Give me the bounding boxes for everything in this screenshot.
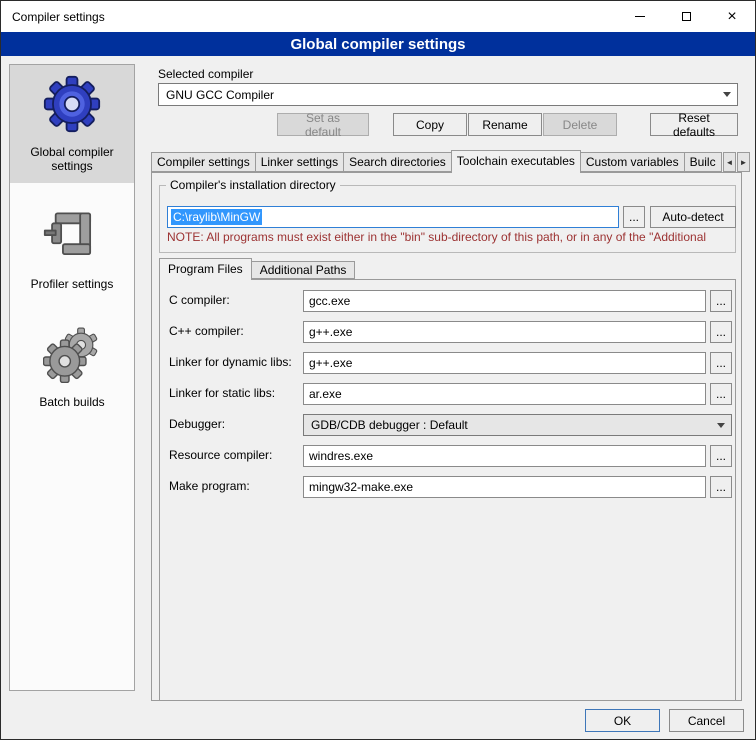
reset-defaults-button[interactable]: Reset defaults bbox=[650, 113, 738, 136]
dialog-header: Global compiler settings bbox=[1, 32, 755, 56]
dynamic-linker-browse-button[interactable]: ... bbox=[710, 352, 732, 374]
dynamic-linker-input[interactable]: g++.exe bbox=[303, 352, 706, 374]
tab-custom-variables[interactable]: Custom variables bbox=[580, 152, 685, 172]
window-title: Compiler settings bbox=[1, 10, 105, 24]
static-linker-browse-button[interactable]: ... bbox=[710, 383, 732, 405]
tab-linker-settings[interactable]: Linker settings bbox=[255, 152, 344, 172]
dropdown-arrow-icon bbox=[717, 84, 737, 105]
compiler-actions-row: Set as default Copy Rename Delete Reset … bbox=[158, 113, 738, 136]
selected-compiler-dropdown[interactable]: GNU GCC Compiler bbox=[158, 83, 738, 106]
c-compiler-value: gcc.exe bbox=[309, 294, 350, 308]
sidebar-item-label: Profiler settings bbox=[31, 277, 114, 291]
tab-scroll-left-button[interactable]: ◄ bbox=[723, 152, 736, 172]
compiler-settings-dialog: Compiler settings × Global compiler sett… bbox=[0, 0, 756, 740]
maximize-icon bbox=[682, 12, 691, 21]
close-icon: × bbox=[727, 9, 736, 25]
installation-directory-group-label: Compiler's installation directory bbox=[166, 178, 340, 192]
settings-sidebar: Global compiler settings Profiler settin… bbox=[9, 64, 135, 691]
sidebar-item-global-compiler-settings[interactable]: Global compiler settings bbox=[10, 65, 134, 183]
tab-compiler-settings[interactable]: Compiler settings bbox=[151, 152, 256, 172]
close-button[interactable]: × bbox=[709, 1, 755, 32]
scroll-left-icon: ◄ bbox=[726, 158, 734, 167]
sidebar-item-batch-builds[interactable]: Batch builds bbox=[10, 315, 134, 419]
copy-button[interactable]: Copy bbox=[393, 113, 467, 136]
resource-compiler-input[interactable]: windres.exe bbox=[303, 445, 706, 467]
make-program-input[interactable]: mingw32-make.exe bbox=[303, 476, 706, 498]
make-program-label: Make program: bbox=[169, 479, 250, 493]
resource-compiler-value: windres.exe bbox=[309, 449, 373, 463]
static-linker-value: ar.exe bbox=[309, 387, 342, 401]
static-linker-input[interactable]: ar.exe bbox=[303, 383, 706, 405]
installation-note: NOTE: All programs must exist either in … bbox=[167, 230, 733, 244]
installation-directory-value: C:\raylib\MinGW bbox=[171, 209, 262, 225]
tab-scroll-right-button[interactable]: ► bbox=[737, 152, 750, 172]
cpp-compiler-label: C++ compiler: bbox=[169, 324, 244, 338]
tab-search-directories[interactable]: Search directories bbox=[343, 152, 452, 172]
rename-button[interactable]: Rename bbox=[468, 113, 542, 136]
auto-detect-button[interactable]: Auto-detect bbox=[650, 206, 736, 228]
cpp-compiler-input[interactable]: g++.exe bbox=[303, 321, 706, 343]
dynamic-linker-value: g++.exe bbox=[309, 356, 352, 370]
window-controls: × bbox=[617, 1, 755, 32]
subtab-additional-paths[interactable]: Additional Paths bbox=[251, 261, 356, 279]
resource-compiler-browse-button[interactable]: ... bbox=[710, 445, 732, 467]
tab-toolchain-executables[interactable]: Toolchain executables bbox=[451, 150, 581, 173]
c-compiler-label: C compiler: bbox=[169, 293, 230, 307]
static-linker-label: Linker for static libs: bbox=[169, 386, 275, 400]
cpp-compiler-browse-button[interactable]: ... bbox=[710, 321, 732, 343]
set-as-default-button[interactable]: Set as default bbox=[277, 113, 369, 136]
sidebar-item-label: Global compiler settings bbox=[12, 145, 132, 173]
selected-compiler-value: GNU GCC Compiler bbox=[159, 88, 717, 102]
minimize-button[interactable] bbox=[617, 1, 663, 32]
ok-button[interactable]: OK bbox=[585, 709, 660, 732]
make-program-browse-button[interactable]: ... bbox=[710, 476, 732, 498]
tab-build-options[interactable]: Builc bbox=[684, 152, 722, 172]
cpp-compiler-value: g++.exe bbox=[309, 325, 352, 339]
batch-builds-gears-icon bbox=[43, 325, 101, 383]
selected-compiler-label: Selected compiler bbox=[158, 67, 253, 81]
subtab-program-files[interactable]: Program Files bbox=[159, 258, 252, 280]
c-compiler-browse-button[interactable]: ... bbox=[710, 290, 732, 312]
titlebar: Compiler settings × bbox=[1, 1, 755, 32]
debugger-value: GDB/CDB debugger : Default bbox=[304, 418, 711, 432]
dropdown-arrow-icon bbox=[711, 415, 731, 435]
sidebar-item-profiler-settings[interactable]: Profiler settings bbox=[10, 197, 134, 301]
cancel-button[interactable]: Cancel bbox=[669, 709, 744, 732]
debugger-label: Debugger: bbox=[169, 417, 225, 431]
minimize-icon bbox=[635, 16, 645, 17]
scroll-right-icon: ► bbox=[740, 158, 748, 167]
executables-subtabs: Program Files Additional Paths bbox=[159, 258, 355, 280]
make-program-value: mingw32-make.exe bbox=[309, 480, 413, 494]
dynamic-linker-label: Linker for dynamic libs: bbox=[169, 355, 292, 369]
profiler-clamp-icon bbox=[43, 207, 101, 265]
compiler-settings-tabs: Compiler settings Linker settings Search… bbox=[151, 150, 724, 173]
installation-directory-input[interactable]: C:\raylib\MinGW bbox=[167, 206, 619, 228]
resource-compiler-label: Resource compiler: bbox=[169, 448, 272, 462]
maximize-button[interactable] bbox=[663, 1, 709, 32]
browse-directory-button[interactable]: ... bbox=[623, 206, 645, 228]
gear-icon bbox=[43, 75, 101, 133]
debugger-dropdown[interactable]: GDB/CDB debugger : Default bbox=[303, 414, 732, 436]
dialog-header-title: Global compiler settings bbox=[290, 36, 465, 53]
c-compiler-input[interactable]: gcc.exe bbox=[303, 290, 706, 312]
sidebar-item-label: Batch builds bbox=[39, 395, 104, 409]
delete-button[interactable]: Delete bbox=[543, 113, 617, 136]
